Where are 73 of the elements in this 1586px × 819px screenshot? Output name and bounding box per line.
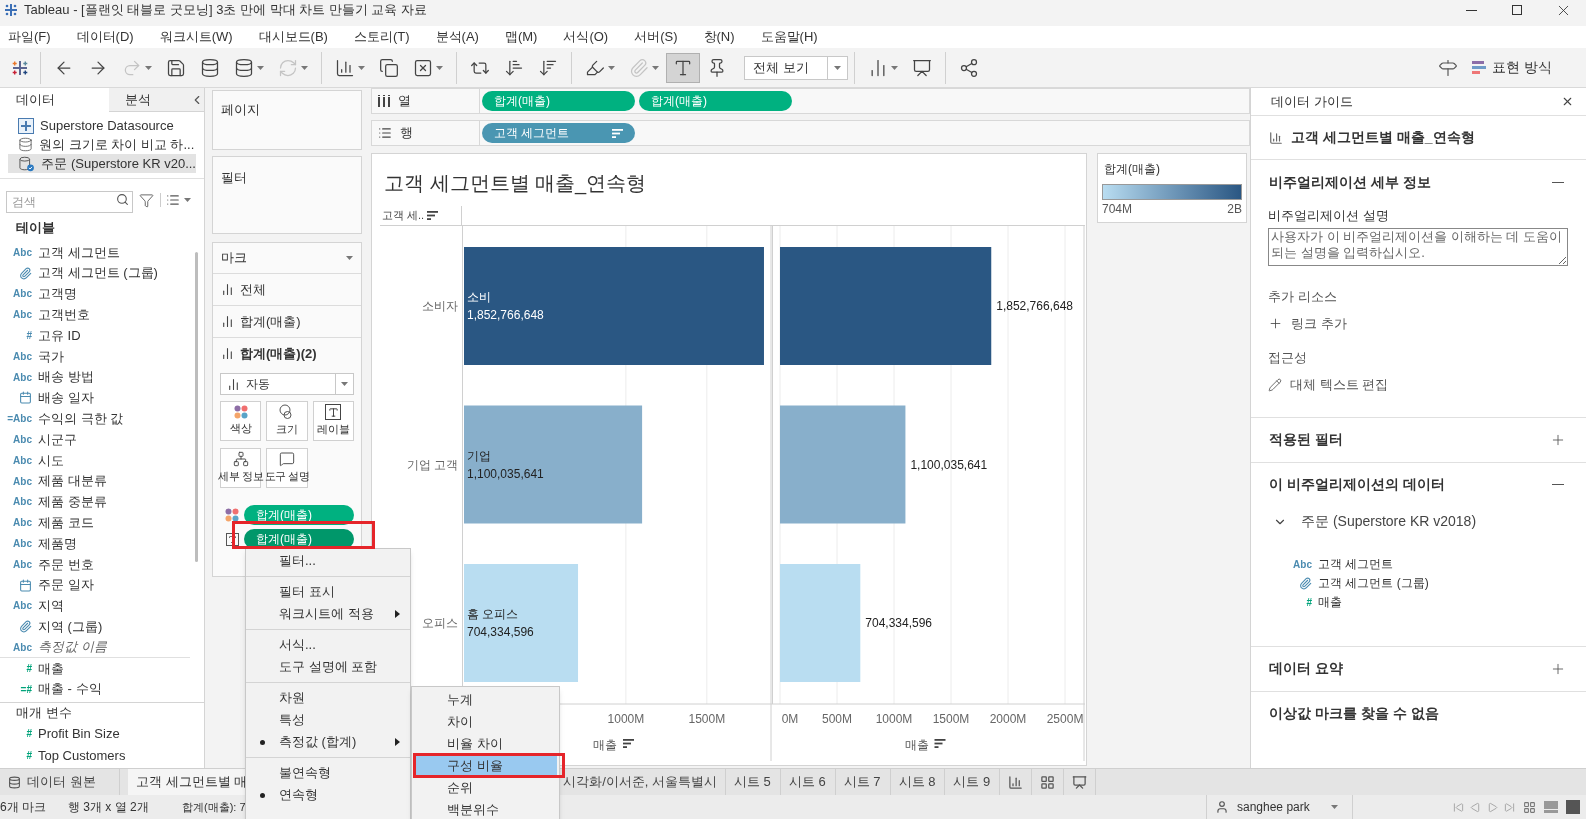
field-name: 고객 세그먼트 [1318, 556, 1394, 573]
sheet-title: 고객 세그먼트별 매출_연속형 [384, 171, 647, 197]
axis-tick-label: 0M [781, 712, 799, 726]
section-heading: 매개 변수 [16, 703, 72, 722]
field-type-label: Abc [13, 245, 32, 260]
row-label: 소비자 [422, 299, 458, 313]
sheet-name: 고객 세그먼트별 매출_연속형 [1291, 128, 1475, 147]
axis-title: 매출 [904, 738, 929, 752]
section-title: 이 비주얼리제이션의 데이터 [1269, 475, 1445, 494]
card-title: 마크 [221, 249, 247, 268]
field-label: 추가 리소스 [1268, 287, 1338, 306]
rows-columns-count: 행 3개 x 열 2개 [68, 799, 150, 816]
field-type-label: Abc [13, 495, 32, 510]
bar-group-label: 홈 오피스 [467, 607, 519, 621]
field-name: 매출 [1318, 594, 1342, 611]
field-type-label: Abc [13, 453, 32, 468]
field-type-label: Abc [13, 433, 32, 448]
field-type-label: Abc [1293, 557, 1312, 572]
marks-count: 6개 마크 [0, 799, 47, 816]
field-type-label: Abc [13, 516, 32, 531]
bar-value-label: 1,100,035,641 [910, 457, 988, 472]
axis-tick-label: 1000M [875, 712, 913, 726]
shelf-label: 행 [400, 124, 413, 143]
field-type-label: # [26, 727, 32, 742]
field-name: 고객 세그먼트 (그룹) [1318, 575, 1429, 592]
field-label: 비주얼리제이션 설명 [1268, 207, 1390, 225]
section-title: 데이터 요약 [1269, 659, 1343, 678]
bar-value-label: 1,100,035,641 [467, 466, 544, 481]
legend-min-label: 704M [1102, 201, 1133, 218]
card-title: 페이지 [221, 102, 260, 117]
axis-title: 매출 [593, 738, 617, 752]
field-type-label: Abc [13, 557, 32, 572]
bar-group-label: 소비 [467, 290, 491, 304]
bar-group-label: 기업 [467, 448, 491, 463]
field-type-label: Abc [13, 308, 32, 323]
axis-tick-label: 1000M [607, 712, 645, 726]
field-type-label: # [26, 749, 32, 764]
field-type-label: Abc [13, 370, 32, 385]
axis-tick-label: 2500M [1046, 712, 1084, 726]
axis-tick-label: 1500M [688, 712, 726, 726]
field-type-label: Abc [13, 349, 32, 364]
card-title: 필터 [221, 170, 247, 185]
field-type-label: # [26, 329, 32, 344]
field-type-label: Abc [13, 537, 32, 552]
legend-title: 합계(매출) [1104, 161, 1160, 178]
field-type-label: =# [20, 682, 32, 697]
field-type-label: Abc [13, 599, 32, 614]
section-heading: 테이블 [16, 219, 55, 238]
axis-tick-label: 2000M [989, 712, 1027, 726]
field-type-label: Abc [13, 287, 32, 302]
field-type-label: # [26, 661, 32, 676]
panel-title: 데이터 가이드 [1271, 92, 1353, 111]
bar-value-label: 704,334,596 [467, 625, 534, 639]
field-type-label: Abc [13, 474, 32, 489]
axis-tick-label: 500M [822, 712, 852, 726]
section-title: 비주얼리제이션 세부 정보 [1269, 172, 1431, 192]
axis-tick-label: 1500M [932, 712, 970, 726]
row-label: 기업 고객 [406, 457, 458, 472]
outlier-note: 이상값 마크를 찾을 수 없음 [1269, 704, 1439, 723]
row-header-label: 고객 세.. [382, 208, 425, 224]
field-type-label: Abc [13, 640, 32, 655]
legend-max-label: 2B [1227, 201, 1242, 218]
field-label: 접근성 [1268, 348, 1308, 367]
shelf-label: 열 [398, 92, 411, 111]
bar-value-label: 1,852,766,648 [467, 308, 544, 322]
row-label: 오피스 [422, 616, 458, 630]
field-type-label: =Abc [7, 412, 32, 427]
window-title: Tableau - [플랜잇 태블로 굿모닝] 3초 만에 막대 차트 만들기 교육 자료 [24, 1, 428, 20]
section-title: 적용된 필터 [1269, 430, 1343, 449]
bar-value-label: 704,334,596 [865, 616, 933, 630]
field-type-label: # [1306, 595, 1312, 610]
sum-summary: 합계(매출): 7 [182, 799, 246, 815]
bar-value-label: 1,852,766,648 [996, 299, 1073, 313]
